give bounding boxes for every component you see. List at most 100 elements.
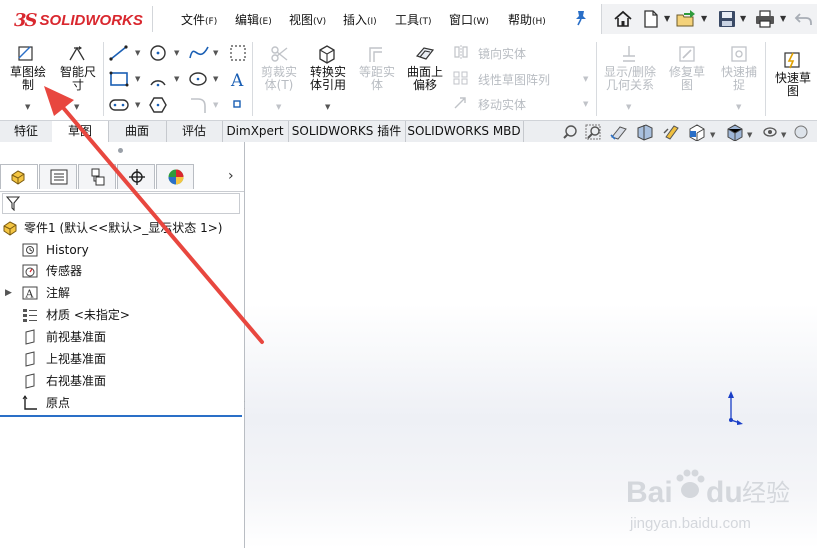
rapid-sketch-icon[interactable] (782, 50, 802, 70)
text-icon[interactable]: A (228, 70, 248, 88)
chevron-down-icon[interactable]: ▼ (626, 103, 631, 111)
tab-display-manager[interactable] (156, 164, 194, 189)
chevron-down-icon[interactable]: ▼ (583, 100, 588, 108)
print-icon[interactable] (755, 9, 775, 29)
menu-window[interactable]: 窗口(W) (449, 11, 489, 28)
dynamic-annotation-icon[interactable] (663, 125, 679, 140)
tree-item-sensors[interactable]: 传感器 (0, 261, 244, 282)
edit-appearance-icon[interactable] (794, 125, 808, 139)
menu-tools[interactable]: 工具(T) (395, 11, 432, 28)
tab-solidworks-addins[interactable]: SOLIDWORKS 插件 (288, 121, 406, 142)
smart-dimension-button[interactable]: 智能尺 寸 (55, 66, 101, 92)
tree-item-origin[interactable]: 原点 (0, 393, 244, 414)
tab-dimxpert-manager[interactable] (117, 164, 155, 189)
open-folder-icon[interactable] (676, 9, 696, 29)
display-delete-relations-button[interactable]: 显示/删除 几何关系 (600, 66, 660, 92)
mirror-entities-button[interactable]: 镜向实体 (478, 45, 526, 62)
display-style-icon[interactable] (727, 124, 743, 141)
tree-item-front-plane[interactable]: 前视基准面 (0, 327, 244, 348)
convert-entities-icon[interactable] (316, 44, 338, 64)
construction-geometry-icon[interactable] (228, 44, 248, 62)
chevron-down-icon[interactable]: ▼ (25, 103, 30, 111)
spline-icon[interactable] (188, 44, 210, 62)
chevron-down-icon[interactable]: ▼ (174, 75, 179, 83)
home-icon[interactable] (613, 9, 633, 29)
chevron-down-icon[interactable]: ▼ (325, 103, 330, 111)
tab-features[interactable]: 特征 (0, 121, 53, 142)
tree-item-history[interactable]: History (0, 240, 244, 261)
menu-view[interactable]: 视图(V) (289, 11, 326, 28)
trim-entities-button[interactable]: 剪裁实 体(T) (256, 66, 302, 92)
previous-view-icon[interactable] (610, 126, 627, 140)
chevron-down-icon[interactable]: ▼ (276, 103, 281, 111)
smart-dimension-icon[interactable] (66, 44, 88, 64)
tab-solidworks-mbd[interactable]: SOLIDWORKS MBD (405, 121, 524, 142)
chevron-down-icon[interactable]: ▼ (135, 75, 140, 83)
chevron-down-icon[interactable]: ▼ (736, 103, 741, 111)
offset-entities-button[interactable]: 等距实 体 (354, 66, 400, 92)
chevron-down-icon[interactable]: ▼ (213, 101, 218, 109)
tree-root-part[interactable]: 零件1 (默认<<默认>_显示状态 1>) (0, 218, 244, 239)
filter-field[interactable] (2, 193, 240, 214)
tree-item-right-plane[interactable]: 右视基准面 (0, 371, 244, 392)
tree-item-top-plane[interactable]: 上视基准面 (0, 349, 244, 370)
new-document-icon[interactable] (641, 9, 661, 29)
panel-grip[interactable] (118, 148, 123, 153)
zoom-to-fit-icon[interactable] (563, 125, 577, 139)
chevron-down-icon[interactable]: ▼ (701, 14, 707, 23)
chevron-down-icon[interactable]: ▼ (740, 14, 746, 23)
line-icon[interactable] (108, 44, 130, 62)
chevron-down-icon[interactable]: ▼ (135, 49, 140, 57)
tab-sketch[interactable]: 草图 (52, 121, 109, 142)
solidworks-logo[interactable]: 3S SOLIDWORKS (14, 9, 143, 31)
chevron-down-icon[interactable]: ▼ (664, 14, 670, 23)
menu-file[interactable]: 文件(F) (181, 11, 217, 28)
quick-snaps-button[interactable]: 快速捕 捉 (716, 66, 762, 92)
offset-on-surface-icon[interactable] (414, 44, 436, 64)
menu-insert[interactable]: 插入(I) (343, 11, 377, 28)
pin-icon[interactable] (574, 10, 588, 26)
save-icon[interactable] (717, 9, 737, 29)
tree-item-annotations[interactable]: ▶ A 注解 (0, 283, 244, 304)
chevron-down-icon[interactable]: ▼ (780, 14, 786, 23)
tab-dimxpert[interactable]: DimXpert (222, 121, 289, 142)
repair-sketch-button[interactable]: 修复草 图 (664, 66, 710, 92)
polygon-icon[interactable] (148, 96, 168, 114)
chevron-down-icon[interactable]: ▼ (213, 49, 218, 57)
fillet-icon[interactable] (188, 96, 208, 114)
tab-feature-manager[interactable] (0, 164, 38, 189)
chevron-down-icon[interactable]: ▼ (583, 75, 588, 83)
sketch-icon[interactable] (16, 44, 36, 64)
sketch-button[interactable]: 草图绘 制 (6, 66, 50, 92)
menu-help[interactable]: 帮助(H) (508, 11, 546, 28)
view-orientation-icon[interactable] (689, 124, 705, 141)
chevron-down-icon[interactable]: ▼ (213, 75, 218, 83)
rollback-bar[interactable] (0, 415, 242, 417)
section-view-icon[interactable] (637, 124, 653, 141)
linear-pattern-button[interactable]: 线性草图阵列 (478, 71, 550, 88)
slot-icon[interactable] (108, 96, 130, 114)
arc-icon[interactable] (148, 70, 168, 88)
chevron-right-icon[interactable]: › (228, 168, 234, 184)
tab-evaluate[interactable]: 评估 (166, 121, 223, 142)
convert-entities-button[interactable]: 转换实 体引用 (304, 66, 352, 92)
rapid-sketch-button[interactable]: 快速草 图 (770, 72, 816, 98)
move-entities-button[interactable]: 移动实体 (478, 96, 526, 113)
point-icon[interactable] (232, 99, 242, 109)
menu-edit[interactable]: 编辑(E) (235, 11, 272, 28)
hide-show-items-icon[interactable] (763, 127, 777, 137)
tab-configuration-manager[interactable] (78, 164, 116, 189)
chevron-down-icon[interactable]: ▼ (135, 101, 140, 109)
circle-icon[interactable] (148, 44, 168, 62)
chevron-down-icon[interactable]: ▼ (174, 49, 179, 57)
ellipse-icon[interactable] (188, 70, 208, 88)
tab-surfaces[interactable]: 曲面 (108, 121, 167, 142)
undo-icon[interactable] (794, 9, 814, 29)
chevron-down-icon[interactable]: ▼ (74, 103, 79, 111)
rectangle-icon[interactable] (108, 70, 130, 88)
tree-item-material[interactable]: 材质 <未指定> (0, 305, 244, 326)
expand-arrow-icon[interactable]: ▶ (5, 283, 12, 304)
tab-property-manager[interactable] (39, 164, 77, 189)
offset-on-surface-button[interactable]: 曲面上 偏移 (402, 66, 448, 92)
zoom-to-area-icon[interactable] (585, 124, 601, 140)
